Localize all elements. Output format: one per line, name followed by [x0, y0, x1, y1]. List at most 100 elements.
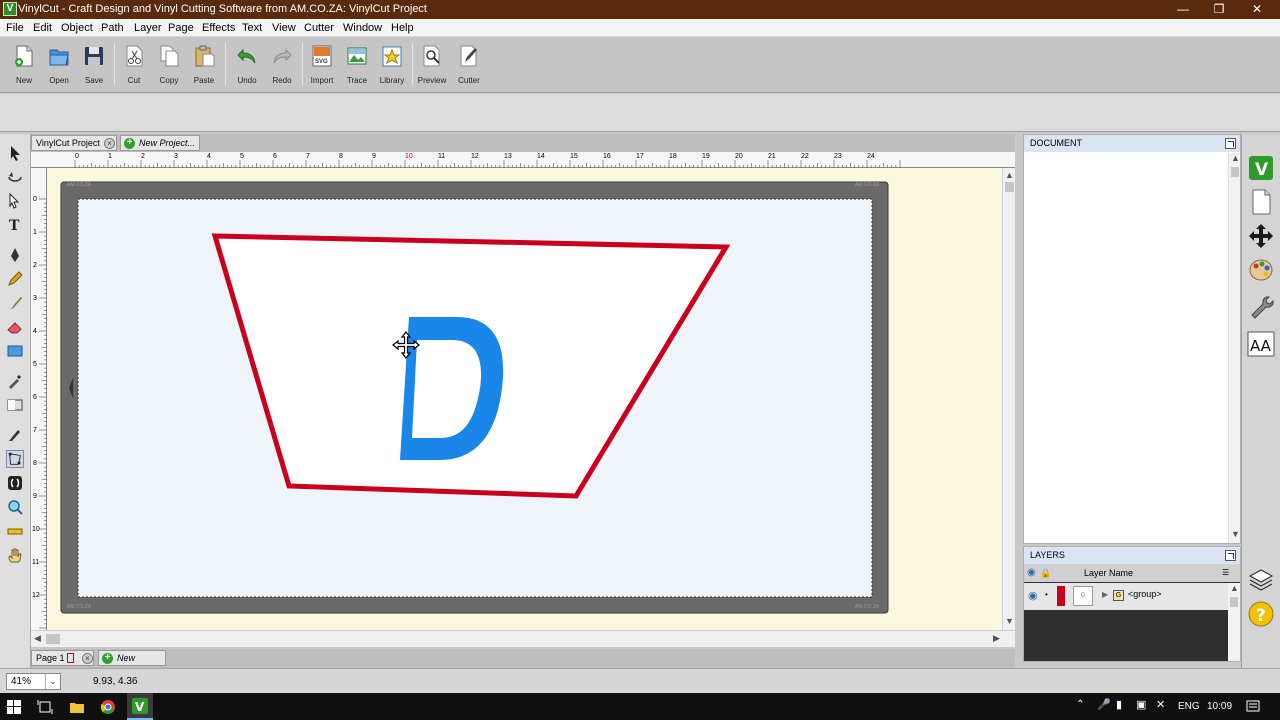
scroll-up-icon[interactable]: ▲ [1230, 583, 1239, 593]
design-workspace[interactable]: AM.CO.ZA AM.CO.ZA AM.CO.ZA AM.CO.ZA [47, 168, 1002, 630]
restore-button[interactable]: ❐ [1202, 0, 1236, 19]
trace-button[interactable]: Trace [340, 42, 374, 88]
move-arrows-icon[interactable] [1247, 222, 1275, 250]
close-button[interactable]: ✕ [1240, 0, 1274, 19]
hand-pan-icon[interactable] [6, 546, 24, 564]
paste-button[interactable]: Paste [187, 42, 221, 88]
scroll-up-icon[interactable]: ▲ [1231, 153, 1240, 163]
tab-page-1[interactable]: Page 1 × [31, 650, 94, 666]
select-arrow-icon[interactable] [6, 144, 24, 162]
minimize-button[interactable]: — [1166, 0, 1200, 19]
measure-tool-icon[interactable] [6, 522, 24, 540]
menu-cutter[interactable]: Cutter [304, 21, 334, 35]
scroll-thumb[interactable] [1231, 167, 1239, 177]
close-tab-icon[interactable]: × [104, 138, 115, 149]
menu-edit[interactable]: Edit [33, 21, 52, 35]
scroll-thumb[interactable] [46, 634, 60, 644]
scroll-thumb[interactable] [1230, 597, 1238, 607]
document-page-icon[interactable] [1247, 188, 1275, 216]
help-question-icon[interactable]: ? [1247, 600, 1275, 628]
close-page-icon[interactable]: × [82, 653, 93, 664]
microphone-icon[interactable]: 🎤 [1097, 698, 1111, 711]
scroll-thumb[interactable] [1005, 182, 1014, 192]
menu-window[interactable]: Window [343, 21, 382, 35]
clock[interactable]: 10:09 [1207, 701, 1232, 712]
menu-page[interactable]: Page [168, 21, 194, 35]
node-edit-icon[interactable] [6, 192, 24, 210]
visibility-eye-icon[interactable]: ◉ [1027, 564, 1036, 582]
transform-icon[interactable] [6, 168, 24, 186]
brush-tool-icon[interactable] [6, 294, 24, 312]
language-indicator[interactable]: ENG [1178, 701, 1200, 712]
eyedropper-tool-icon[interactable] [6, 372, 24, 390]
save-button[interactable]: Save [77, 42, 111, 88]
vertical-scrollbar[interactable]: ▲ ▼ [1002, 168, 1015, 630]
zoom-select[interactable]: 41% ⌄ [6, 673, 61, 690]
layers-stack-icon[interactable] [1247, 566, 1275, 594]
gradient-tool-icon[interactable] [6, 396, 24, 414]
menu-path[interactable]: Path [101, 21, 124, 35]
redo-button[interactable]: Redo [265, 42, 299, 88]
scroll-up-icon[interactable]: ▲ [1005, 170, 1014, 180]
menu-text[interactable]: Text [242, 21, 262, 35]
battery-icon[interactable]: ▮ [1116, 698, 1122, 711]
menu-object[interactable]: Object [61, 21, 93, 35]
pencil-tool-icon[interactable] [6, 270, 24, 288]
expand-panel-icon[interactable] [1225, 138, 1236, 149]
envelope-tool-icon[interactable] [6, 450, 24, 468]
text-font-icon[interactable]: AA [1247, 330, 1275, 358]
network-icon[interactable]: ▣ [1136, 698, 1146, 711]
menu-file[interactable]: File [6, 21, 24, 35]
layers-scrollbar[interactable]: ▲ [1228, 583, 1240, 661]
scroll-right-icon[interactable]: ▶ [993, 633, 1000, 644]
expand-panel-icon[interactable] [1225, 550, 1236, 561]
layer-row[interactable]: ◉ • 0 ▶ G <group> [1024, 583, 1228, 610]
color-palette-icon[interactable] [1247, 256, 1275, 284]
tab-new-page[interactable]: + New Page... [98, 650, 166, 677]
horizontal-scrollbar[interactable]: ◀ ▶ [31, 630, 1015, 647]
layer-eye-icon[interactable]: ◉ [1028, 589, 1038, 602]
volume-muted-icon[interactable]: ✕ [1156, 698, 1165, 711]
tab-new-project[interactable]: + New Project... [120, 135, 200, 151]
chrome-browser-icon[interactable] [100, 699, 116, 715]
menu-effects[interactable]: Effects [202, 21, 235, 35]
pen-tool-icon[interactable] [6, 246, 24, 264]
expand-arrow-icon[interactable]: ▶ [1102, 590, 1108, 599]
menu-layer[interactable]: Layer [134, 21, 162, 35]
notifications-icon[interactable] [1246, 700, 1260, 714]
file-explorer-icon[interactable] [69, 699, 85, 715]
layer-lock-dot[interactable]: • [1045, 590, 1048, 599]
tray-chevron-icon[interactable]: ⌃ [1076, 699, 1084, 710]
open-button[interactable]: Open [42, 42, 76, 88]
layer-options-icon[interactable]: ☰ [1222, 564, 1229, 582]
layer-color-swatch[interactable] [1057, 586, 1065, 606]
blend-tool-icon[interactable] [6, 474, 24, 492]
vinylcut-logo-icon[interactable]: V [1247, 154, 1275, 182]
scroll-left-icon[interactable]: ◀ [34, 633, 41, 644]
new-button[interactable]: New [7, 42, 41, 88]
scroll-down-icon[interactable]: ▼ [1005, 616, 1014, 626]
lock-icon[interactable]: 🔒 [1040, 564, 1051, 582]
import-button[interactable]: SVG Import [305, 42, 339, 88]
knife-tool-icon[interactable] [6, 426, 24, 444]
copy-button[interactable]: Copy [152, 42, 186, 88]
rectangle-tool-icon[interactable] [6, 342, 24, 360]
vinylcut-taskbar-button[interactable]: V [127, 693, 153, 720]
preview-button[interactable]: Preview [415, 42, 449, 88]
text-tool-icon[interactable]: T [6, 216, 24, 234]
eraser-tool-icon[interactable] [6, 318, 24, 336]
cut-button[interactable]: Cut [117, 42, 151, 88]
task-view-icon[interactable] [37, 699, 53, 715]
zoom-tool-icon[interactable] [6, 498, 24, 516]
panel-scrollbar[interactable]: ▲ ▼ [1228, 153, 1240, 543]
windows-start-icon[interactable] [7, 700, 21, 714]
tab-vinylcut-project[interactable]: VinylCut Project × [31, 135, 117, 151]
cutter-button[interactable]: Cutter [452, 42, 486, 88]
menu-view[interactable]: View [272, 21, 296, 35]
menu-help[interactable]: Help [391, 21, 414, 35]
scroll-down-icon[interactable]: ▼ [1231, 529, 1240, 539]
library-button[interactable]: Library [375, 42, 409, 88]
chevron-down-icon[interactable]: ⌄ [45, 674, 60, 689]
undo-button[interactable]: Undo [230, 42, 264, 88]
wrench-settings-icon[interactable] [1247, 292, 1275, 320]
